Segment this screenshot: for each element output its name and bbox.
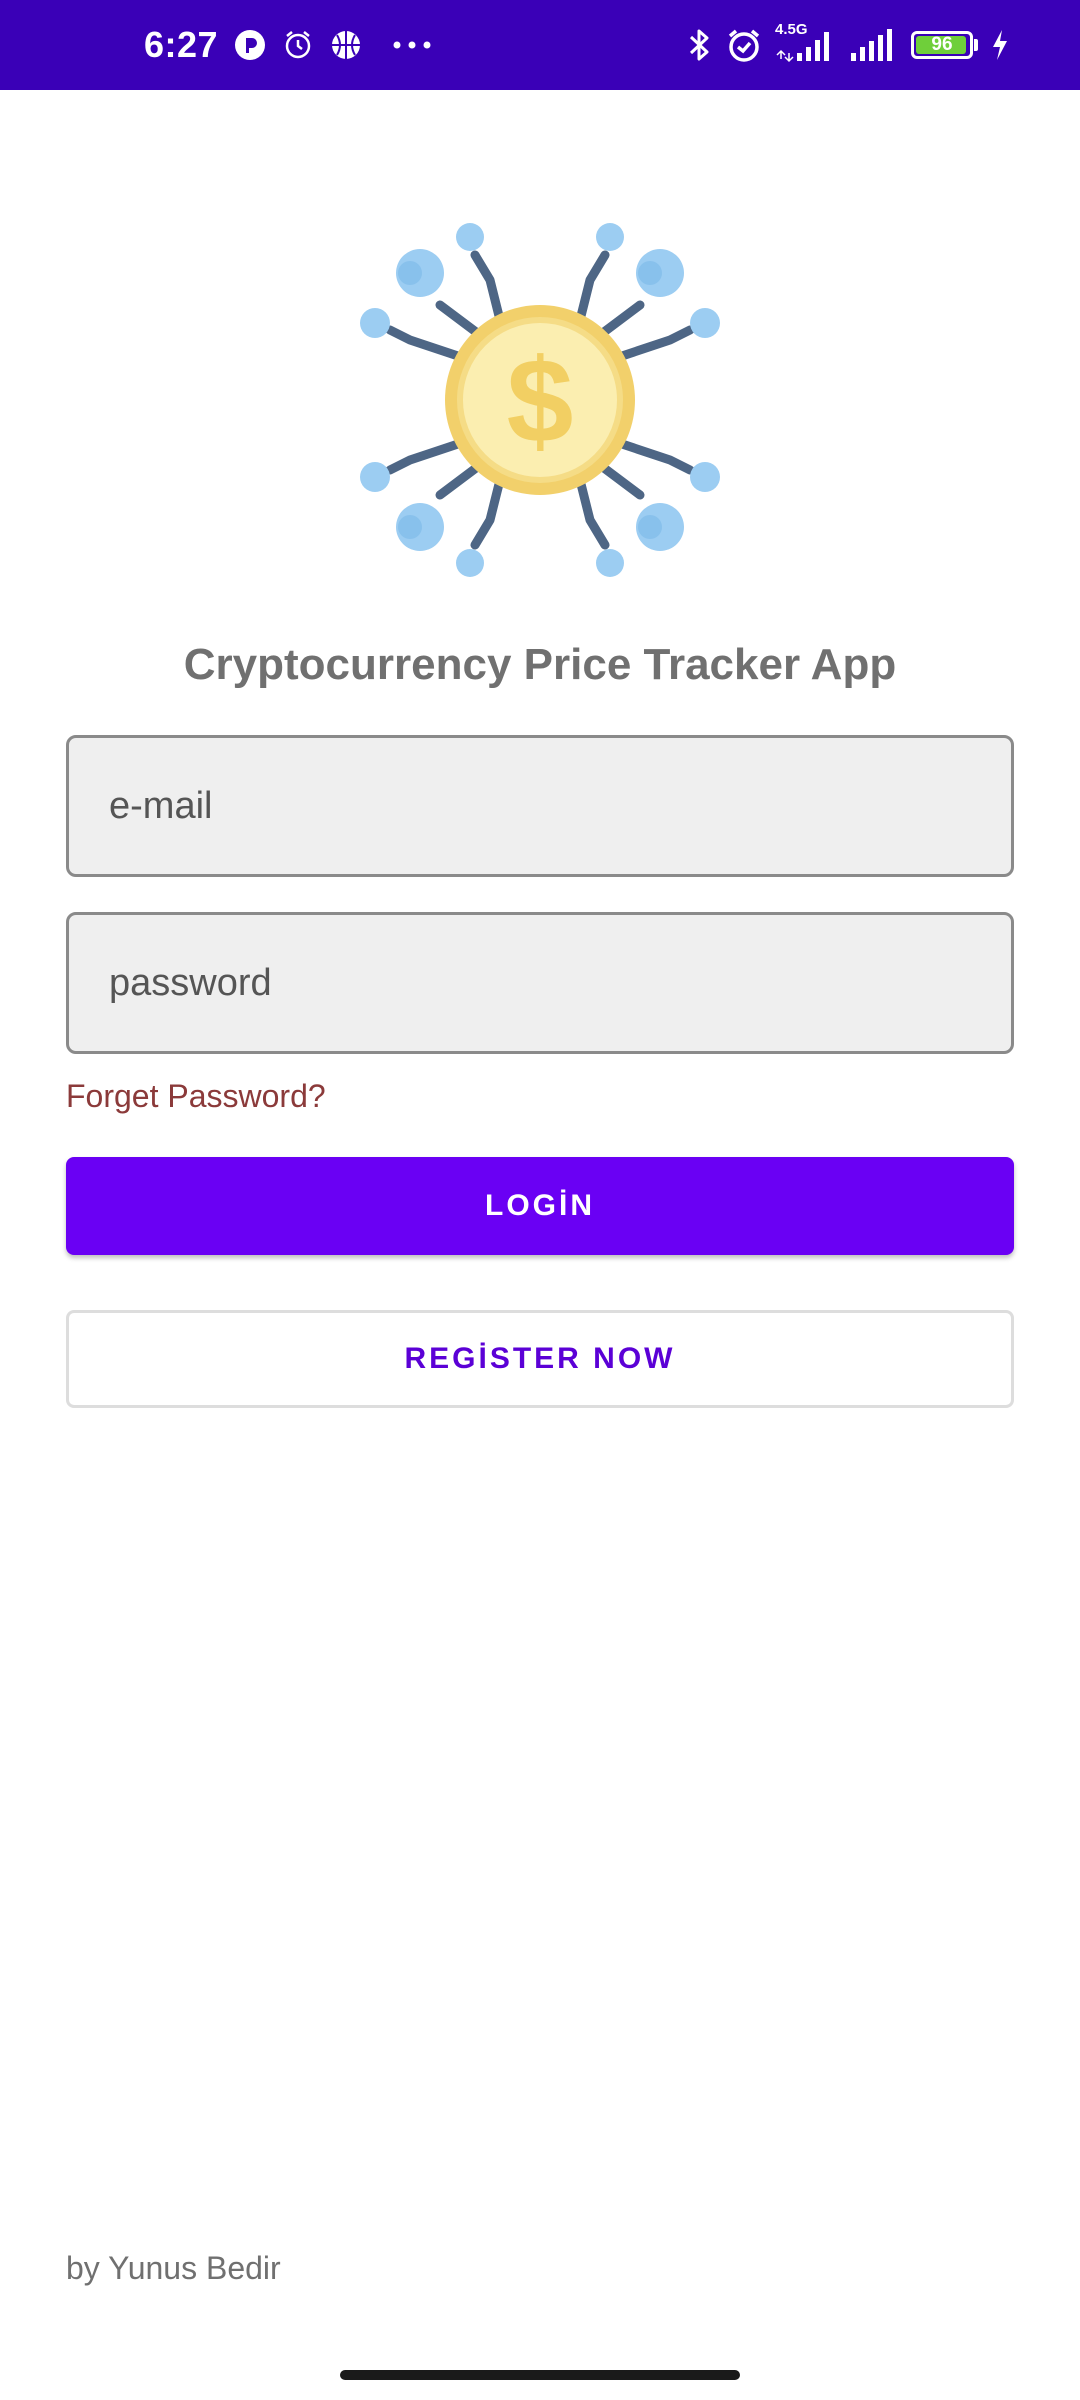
battery-icon: 96 <box>911 31 978 59</box>
status-bar-right: 4.5G 96 <box>687 0 1010 90</box>
crypto-coin-network-icon: $ <box>360 220 720 580</box>
register-now-button[interactable]: REGİSTER NOW <box>66 1310 1014 1408</box>
alarm-icon <box>282 29 314 61</box>
password-field[interactable] <box>66 912 1014 1054</box>
basketball-icon <box>330 29 362 61</box>
bluetooth-icon <box>687 27 713 63</box>
battery-level: 96 <box>931 34 953 55</box>
network-type-label: 4.5G <box>775 21 808 38</box>
app-title: Cryptocurrency Price Tracker App <box>183 640 897 689</box>
mobile-signal-icon: 4.5G <box>775 22 837 63</box>
more-dots-icon <box>392 40 432 50</box>
status-time: 6:27 <box>144 24 219 65</box>
status-bar-left: 6:27 <box>144 0 432 90</box>
login-button[interactable]: LOGİN <box>66 1157 1014 1255</box>
home-indicator[interactable] <box>340 2370 740 2380</box>
svg-text:$: $ <box>507 334 574 468</box>
battery-tip <box>974 39 978 51</box>
footer-credit: by Yunus Bedir <box>66 2250 281 2286</box>
alarm-icon <box>725 27 763 63</box>
forget-password-link[interactable]: Forget Password? <box>66 1078 326 1115</box>
charging-icon <box>990 28 1010 62</box>
signal-icon <box>849 27 899 63</box>
email-field[interactable] <box>66 735 1014 877</box>
p-app-icon <box>234 29 266 61</box>
status-bar: 6:27 4.5G 96 <box>0 0 1080 90</box>
login-screen: 6:27 4.5G 96 $ Cryptocurrency Price Trac… <box>0 0 1080 2400</box>
battery: 96 <box>911 31 973 59</box>
